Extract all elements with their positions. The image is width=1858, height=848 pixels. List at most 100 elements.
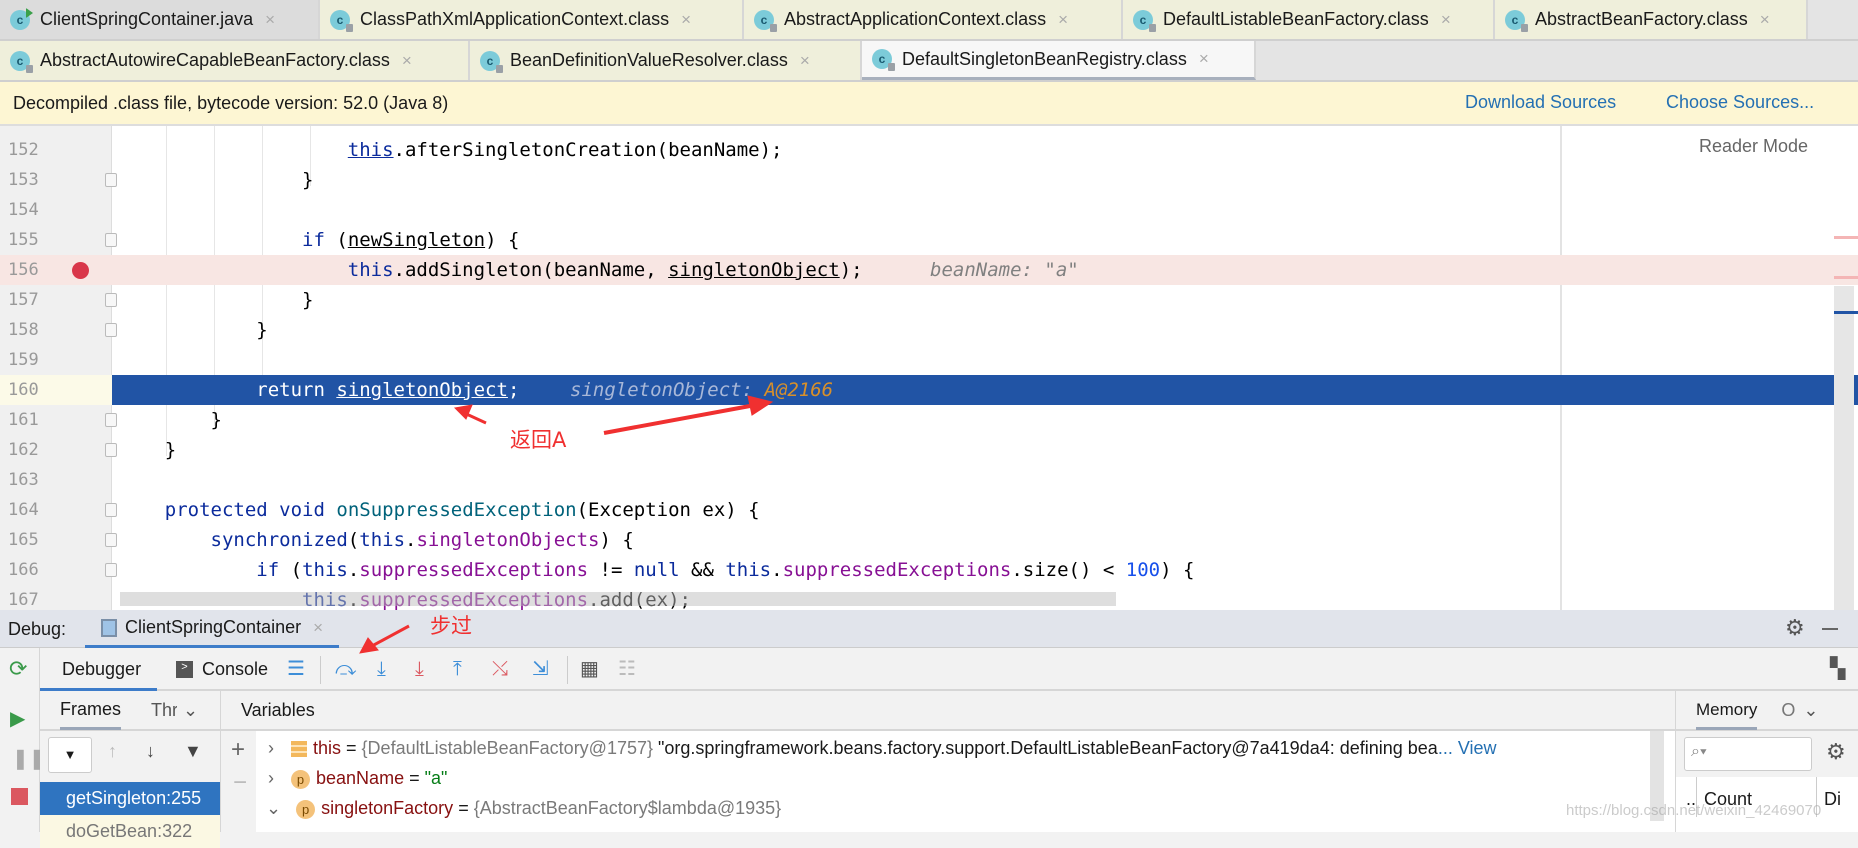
chevron-down-icon[interactable]: ⌄ (183, 700, 198, 721)
tab-classpath-xml-application-context[interactable]: c ClassPathXmlApplicationContext.class × (320, 0, 744, 39)
breakpoint-icon[interactable] (72, 262, 89, 279)
tab-client-spring-container[interactable]: c ClientSpringContainer.java × (0, 0, 320, 39)
class-icon: c (330, 9, 353, 32)
console-icon: > (176, 661, 193, 678)
remove-watch-icon[interactable]: − (233, 769, 247, 797)
tab-default-listable-bean-factory[interactable]: c DefaultListableBeanFactory.class × (1123, 0, 1495, 39)
fold-icon[interactable] (105, 233, 117, 247)
code-line: 164 protected void onSuppressedException… (8, 499, 760, 521)
chevron-down-icon: ⌄ (266, 798, 282, 818)
rerun-icon[interactable]: ⟳ (9, 656, 27, 682)
drop-frame-icon[interactable]: ⤯ (492, 656, 508, 682)
run-to-cursor-icon[interactable]: ⇲ (532, 656, 549, 682)
class-icon: c (480, 50, 503, 73)
code-line: 158 } (8, 319, 268, 341)
java-class-icon: c (10, 7, 33, 30)
memory-search-input[interactable]: ⌕▾ (1684, 737, 1812, 771)
frames-header: Frames Thr ⌄ (40, 691, 220, 731)
trace-icon[interactable]: ☷ (618, 656, 636, 682)
code-line: 154 (8, 200, 39, 220)
thread-dropdown[interactable]: ▼ (48, 737, 92, 773)
class-icon: c (10, 50, 33, 73)
step-out-icon[interactable]: ⤒ (453, 656, 462, 682)
choose-sources-link[interactable]: Choose Sources... (1666, 92, 1814, 113)
application-icon (101, 618, 117, 637)
code-editor[interactable]: Reader Mode 152 this.afterSingletonCreat… (0, 126, 1858, 610)
breakpoint-line: 156 this.addSingleton(beanName, singleto… (0, 255, 1858, 285)
fold-icon[interactable] (105, 533, 117, 547)
minimize-icon[interactable] (1822, 628, 1838, 630)
tab-abstract-bean-factory[interactable]: c AbstractBeanFactory.class × (1495, 0, 1808, 39)
code-line: 157 } (8, 289, 314, 311)
step-over-icon[interactable]: ⤼ (335, 656, 356, 682)
fold-icon[interactable] (105, 293, 117, 307)
close-icon[interactable]: × (1441, 10, 1451, 30)
watermark: https://blog.csdn.net/weixin_42469070 (1566, 802, 1822, 819)
frame-item[interactable]: getSingleton:255 (40, 782, 220, 815)
code-line: 166 if (this.suppressedExceptions != nul… (8, 559, 1195, 581)
force-step-into-icon[interactable]: ⤓ (415, 656, 424, 682)
vertical-scrollbar[interactable] (1834, 286, 1854, 610)
inline-value: A@2166 (764, 379, 834, 401)
tab-abstract-autowire-capable-bean-factory[interactable]: c AbstractAutowireCapableBeanFactory.clas… (0, 41, 470, 80)
column-header-diff[interactable]: Di (1824, 789, 1841, 810)
fold-icon[interactable] (105, 503, 117, 517)
tab-bean-definition-value-resolver[interactable]: c BeanDefinitionValueResolver.class × (470, 41, 862, 80)
close-icon[interactable]: × (265, 10, 275, 30)
resume-icon[interactable]: ▶ (10, 706, 25, 731)
step-into-icon[interactable]: ⤓ (377, 656, 386, 682)
tab-abstract-application-context[interactable]: c AbstractApplicationContext.class × (744, 0, 1123, 39)
fold-icon[interactable] (105, 563, 117, 577)
debug-tool-window-header: Debug: ClientSpringContainer × ⚙ (0, 610, 1858, 648)
code-line: 159 (8, 350, 39, 370)
gear-icon[interactable]: ⚙ (1826, 739, 1846, 765)
close-icon[interactable]: × (1760, 10, 1770, 30)
debug-session-tab[interactable]: ClientSpringContainer × (85, 610, 340, 648)
fold-icon[interactable] (105, 413, 117, 427)
view-link[interactable]: ... View (1438, 738, 1497, 758)
download-sources-link[interactable]: Download Sources (1465, 92, 1616, 113)
field-icon (291, 741, 308, 758)
stop-icon[interactable] (11, 788, 28, 805)
close-icon[interactable]: × (1058, 10, 1068, 30)
annotation-step-over: 步过 (430, 614, 472, 638)
restore-layout-icon[interactable]: ☰ (287, 656, 305, 682)
arrow-up-icon[interactable]: ↑ (108, 741, 117, 762)
parameter-icon: p (291, 769, 311, 789)
gear-icon[interactable]: ⚙ (1785, 615, 1805, 641)
watches-toolbar: + − (220, 731, 256, 832)
tab-debugger[interactable]: Debugger (40, 648, 157, 691)
tab-threads[interactable]: Thr (151, 700, 177, 721)
code-line: 153 } (8, 169, 314, 191)
close-icon[interactable]: × (1199, 49, 1209, 69)
close-icon[interactable]: × (402, 51, 412, 71)
variable-row[interactable]: › p beanName = "a" (256, 763, 1675, 793)
tab-overhead[interactable]: O (1781, 700, 1795, 721)
tab-frames[interactable]: Frames (60, 690, 122, 730)
code-line: 163 (8, 470, 39, 490)
close-icon[interactable]: × (800, 51, 810, 71)
fold-icon[interactable] (105, 443, 117, 457)
tab-memory[interactable]: Memory (1696, 691, 1758, 730)
close-icon[interactable]: × (681, 10, 691, 30)
close-icon[interactable]: × (313, 618, 323, 638)
filter-icon[interactable]: ▼ (184, 741, 202, 762)
fold-icon[interactable] (105, 173, 117, 187)
variable-row[interactable]: ⌄ p singletonFactory = {AbstractBeanFacto… (256, 793, 1675, 823)
variables-tree: › this = {DefaultListableBeanFactory@175… (256, 731, 1675, 832)
horizontal-scrollbar[interactable] (120, 592, 1116, 606)
tab-default-singleton-bean-registry[interactable]: c DefaultSingletonBeanRegistry.class × (862, 41, 1256, 80)
variable-row[interactable]: › this = {DefaultListableBeanFactory@175… (256, 733, 1675, 763)
arrow-down-icon[interactable]: ↓ (146, 741, 155, 762)
class-icon: c (1505, 9, 1528, 32)
fold-icon[interactable] (105, 323, 117, 337)
add-watch-icon[interactable]: + (231, 736, 245, 764)
layout-settings-icon[interactable]: ▚ (1830, 656, 1845, 682)
chevron-down-icon[interactable]: ⌄ (1803, 700, 1818, 721)
variables-title: Variables (241, 699, 315, 720)
class-icon: c (872, 49, 895, 71)
evaluate-expression-icon[interactable]: ▦ (580, 656, 599, 682)
code-line: 165 synchronized(this.singletonObjects) … (8, 529, 634, 551)
debugger-toolbar: Debugger > Console ☰ ⤼ ⤓ ⤓ ⤒ ⤯ ⇲ ▦ ☷ ▚ (40, 648, 1858, 691)
editor-tabs-row-1: c ClientSpringContainer.java × c ClassPathX… (0, 0, 1858, 41)
